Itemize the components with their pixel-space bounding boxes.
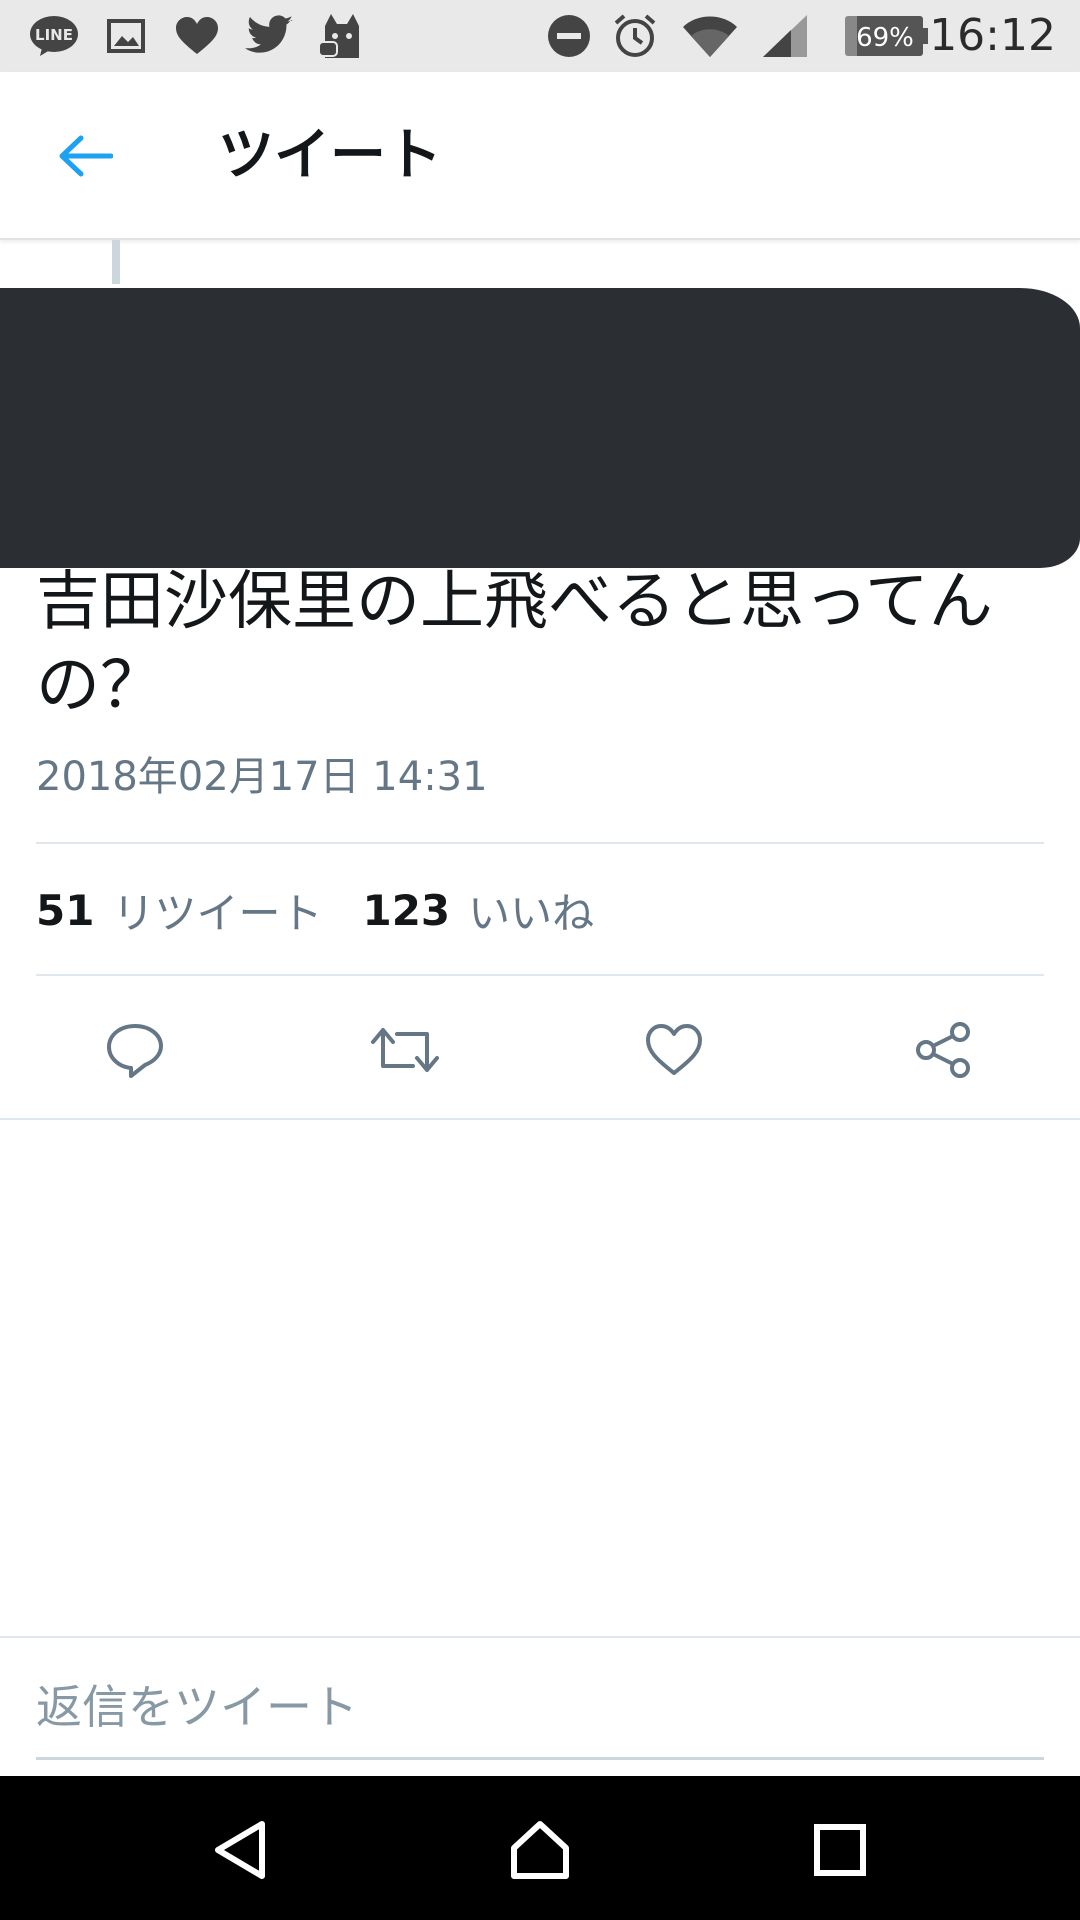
nav-home-icon — [511, 1821, 569, 1879]
nav-home-button[interactable] — [490, 1800, 590, 1900]
svg-text:LINE: LINE — [35, 26, 73, 44]
divider — [36, 974, 1044, 976]
twitter-icon — [244, 12, 296, 60]
nav-back-button[interactable] — [190, 1800, 290, 1900]
share-button[interactable] — [904, 1010, 984, 1090]
image-icon — [104, 12, 148, 60]
reply-bar-divider — [0, 1636, 1080, 1638]
heart-icon — [172, 12, 222, 60]
nav-recents-icon — [814, 1824, 866, 1876]
thread-connector-line — [112, 240, 120, 284]
share-icon — [916, 1022, 970, 1078]
back-button[interactable] — [40, 116, 130, 196]
redaction-overlay — [0, 288, 1080, 568]
retweet-button[interactable] — [365, 1010, 445, 1090]
alarm-icon — [610, 12, 660, 60]
top-app-bar: ツイート — [0, 72, 1080, 240]
do-not-disturb-icon — [544, 12, 594, 60]
tweet-text: 吉田沙保里の上飛べると思ってんの？ — [36, 565, 993, 723]
page-title: ツイート — [218, 123, 442, 188]
like-count[interactable]: 123 — [362, 886, 450, 935]
tweet-timestamp: 2018年02月17日 14:31 — [36, 754, 488, 800]
back-arrow-icon — [59, 135, 113, 177]
wifi-icon — [680, 12, 740, 60]
tweet-stats: 51 リツイート 123 いいね — [36, 880, 634, 940]
status-time: 16:12 — [929, 10, 1056, 61]
nav-back-icon — [215, 1821, 265, 1879]
retweet-count[interactable]: 51 — [36, 886, 94, 935]
nav-recents-button[interactable] — [790, 1800, 890, 1900]
cat-app-icon — [314, 12, 368, 60]
reply-button[interactable] — [95, 1010, 175, 1090]
divider — [36, 842, 1044, 844]
section-divider — [0, 1118, 1080, 1120]
like-icon — [646, 1024, 702, 1075]
status-bar: LINE 69% 16:12 — [0, 0, 1080, 72]
system-nav-bar — [0, 1776, 1080, 1920]
retweet-icon — [371, 1028, 439, 1072]
like-label[interactable]: いいね — [468, 880, 594, 941]
line-icon: LINE — [26, 12, 82, 60]
battery-icon: 69% — [842, 12, 930, 60]
like-button[interactable] — [634, 1010, 714, 1090]
signal-icon — [760, 12, 810, 60]
retweet-label[interactable]: リツイート — [112, 880, 322, 941]
reply-icon — [107, 1024, 163, 1078]
tweet-actions — [0, 1000, 1080, 1100]
battery-percent: 69% — [856, 23, 914, 53]
reply-input[interactable]: 返信をツイート — [36, 1670, 1044, 1760]
